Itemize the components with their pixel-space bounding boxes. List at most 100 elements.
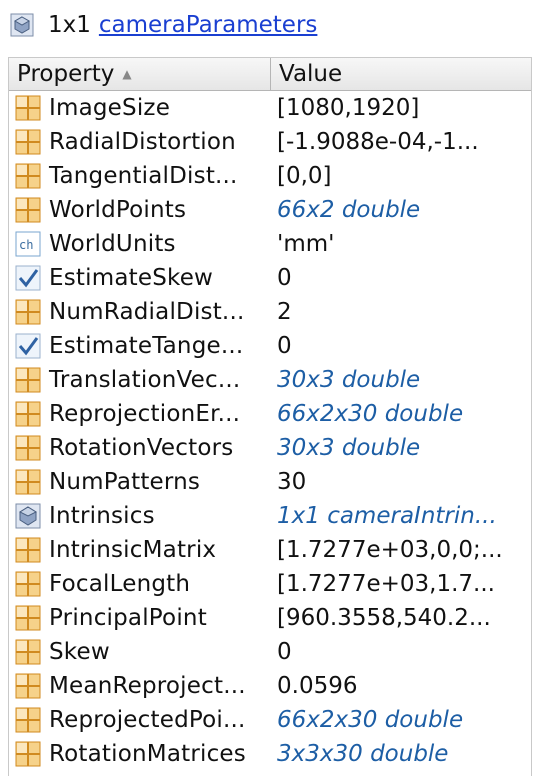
property-cell[interactable]: ReprojectedPoi... — [9, 707, 271, 733]
table-row[interactable]: RadialDistortion [-1.9088e-04,-1... — [9, 125, 531, 159]
value-cell[interactable]: 30x3 double — [271, 367, 531, 393]
value-text: 0 — [277, 639, 292, 665]
table-row[interactable]: RotationVectors 30x3 double — [9, 431, 531, 465]
matrix-icon — [15, 537, 41, 563]
object-size: 1x1 — [48, 12, 91, 38]
object-icon — [10, 13, 34, 37]
matrix-icon — [15, 401, 41, 427]
value-column-header[interactable]: Value — [271, 58, 531, 90]
value-text: 0 — [277, 265, 292, 291]
table-row[interactable]: Intrinsics 1x1 cameraIntrin... — [9, 499, 531, 533]
property-cell[interactable]: MeanReproject... — [9, 673, 271, 699]
value-cell[interactable]: [-1.9088e-04,-1... — [271, 129, 531, 155]
value-link[interactable]: 66x2x30 double — [277, 707, 463, 733]
property-cell[interactable]: FocalLength — [9, 571, 271, 597]
property-cell[interactable]: NumRadialDist... — [9, 299, 271, 325]
property-cell[interactable]: ReprojectionEr... — [9, 401, 271, 427]
value-cell[interactable]: [0,0] — [271, 163, 531, 189]
matrix-icon — [15, 639, 41, 665]
value-text: [1.7277e+03,0,0;... — [277, 537, 503, 563]
property-cell[interactable]: NumPatterns — [9, 469, 271, 495]
value-cell[interactable]: 2 — [271, 299, 531, 325]
value-cell[interactable]: 30 — [271, 469, 531, 495]
table-row[interactable]: EstimateSkew 0 — [9, 261, 531, 295]
table-row[interactable]: TranslationVec... 30x3 double — [9, 363, 531, 397]
table-row[interactable]: Skew 0 — [9, 635, 531, 669]
table-row[interactable]: NumPatterns 30 — [9, 465, 531, 499]
matrix-icon — [15, 571, 41, 597]
value-text: 2 — [277, 299, 292, 325]
value-cell[interactable]: 0.0596 — [271, 673, 531, 699]
property-name: TangentialDist... — [49, 163, 238, 189]
value-text: 30 — [277, 469, 307, 495]
table-row[interactable]: EstimateTange... 0 — [9, 329, 531, 363]
sort-ascending-icon: ▲ — [122, 67, 132, 81]
table-row[interactable]: ImageSize [1080,1920] — [9, 91, 531, 125]
value-link[interactable]: 3x3x30 double — [277, 741, 448, 767]
value-cell[interactable]: [1080,1920] — [271, 95, 531, 121]
table-body: ImageSize [1080,1920] RadialDistortion [-1.… — [9, 91, 531, 771]
property-name: PrincipalPoint — [49, 605, 207, 631]
matrix-icon — [15, 435, 41, 461]
property-name: Skew — [49, 639, 110, 665]
value-cell[interactable]: [1.7277e+03,0,0;... — [271, 537, 531, 563]
table-row[interactable]: TangentialDist... [0,0] — [9, 159, 531, 193]
value-link[interactable]: 66x2 double — [277, 197, 420, 223]
value-cell[interactable]: 0 — [271, 639, 531, 665]
table-row[interactable]: ReprojectedPoi... 66x2x30 double — [9, 703, 531, 737]
property-cell[interactable]: RotationMatrices — [9, 741, 271, 767]
value-link[interactable]: 30x3 double — [277, 435, 420, 461]
value-cell[interactable]: 66x2 double — [271, 197, 531, 223]
value-cell[interactable]: 66x2x30 double — [271, 401, 531, 427]
table-row[interactable]: RotationMatrices 3x3x30 double — [9, 737, 531, 771]
value-cell[interactable]: 1x1 cameraIntrin... — [271, 503, 531, 529]
table-row[interactable]: ch WorldUnits 'mm' — [9, 227, 531, 261]
table-row[interactable]: IntrinsicMatrix [1.7277e+03,0,0;... — [9, 533, 531, 567]
table-row[interactable]: FocalLength [1.7277e+03,1.7... — [9, 567, 531, 601]
char-icon: ch — [15, 231, 41, 257]
property-cell[interactable]: ImageSize — [9, 95, 271, 121]
property-cell[interactable]: RadialDistortion — [9, 129, 271, 155]
property-cell[interactable]: Intrinsics — [9, 503, 271, 529]
value-link[interactable]: 30x3 double — [277, 367, 420, 393]
property-cell[interactable]: TranslationVec... — [9, 367, 271, 393]
property-column-header[interactable]: Property ▲ — [9, 58, 271, 90]
property-name: WorldUnits — [49, 231, 176, 257]
value-cell[interactable]: [1.7277e+03,1.7... — [271, 571, 531, 597]
value-cell[interactable]: 'mm' — [271, 231, 531, 257]
property-name: ImageSize — [49, 95, 171, 121]
property-cell[interactable]: TangentialDist... — [9, 163, 271, 189]
property-cell[interactable]: EstimateSkew — [9, 265, 271, 291]
matrix-icon — [15, 197, 41, 223]
value-link[interactable]: 1x1 cameraIntrin... — [277, 503, 497, 529]
property-name: RotationMatrices — [49, 741, 246, 767]
value-link[interactable]: 66x2x30 double — [277, 401, 463, 427]
property-cell[interactable]: WorldPoints — [9, 197, 271, 223]
value-cell[interactable]: 0 — [271, 265, 531, 291]
table-row[interactable]: WorldPoints 66x2 double — [9, 193, 531, 227]
value-cell[interactable]: [960.3558,540.2... — [271, 605, 531, 631]
property-cell[interactable]: ch WorldUnits — [9, 231, 271, 257]
property-name: EstimateSkew — [49, 265, 214, 291]
table-row[interactable]: PrincipalPoint [960.3558,540.2... — [9, 601, 531, 635]
value-text: 0 — [277, 333, 292, 359]
property-cell[interactable]: Skew — [9, 639, 271, 665]
property-name: ReprojectionEr... — [49, 401, 241, 427]
class-name-link[interactable]: cameraParameters — [99, 12, 318, 38]
value-cell[interactable]: 0 — [271, 333, 531, 359]
value-cell[interactable]: 3x3x30 double — [271, 741, 531, 767]
property-table: Property ▲ Value ImageSize [1080,1920] Rad… — [8, 57, 532, 776]
value-cell[interactable]: 30x3 double — [271, 435, 531, 461]
value-cell[interactable]: 66x2x30 double — [271, 707, 531, 733]
table-row[interactable]: NumRadialDist... 2 — [9, 295, 531, 329]
property-cell[interactable]: EstimateTange... — [9, 333, 271, 359]
property-header-label: Property — [17, 61, 115, 87]
logical-icon — [15, 265, 41, 291]
matrix-icon — [15, 673, 41, 699]
table-row[interactable]: MeanReproject... 0.0596 — [9, 669, 531, 703]
table-row[interactable]: ReprojectionEr... 66x2x30 double — [9, 397, 531, 431]
property-cell[interactable]: RotationVectors — [9, 435, 271, 461]
property-name: FocalLength — [49, 571, 191, 597]
property-cell[interactable]: IntrinsicMatrix — [9, 537, 271, 563]
property-cell[interactable]: PrincipalPoint — [9, 605, 271, 631]
